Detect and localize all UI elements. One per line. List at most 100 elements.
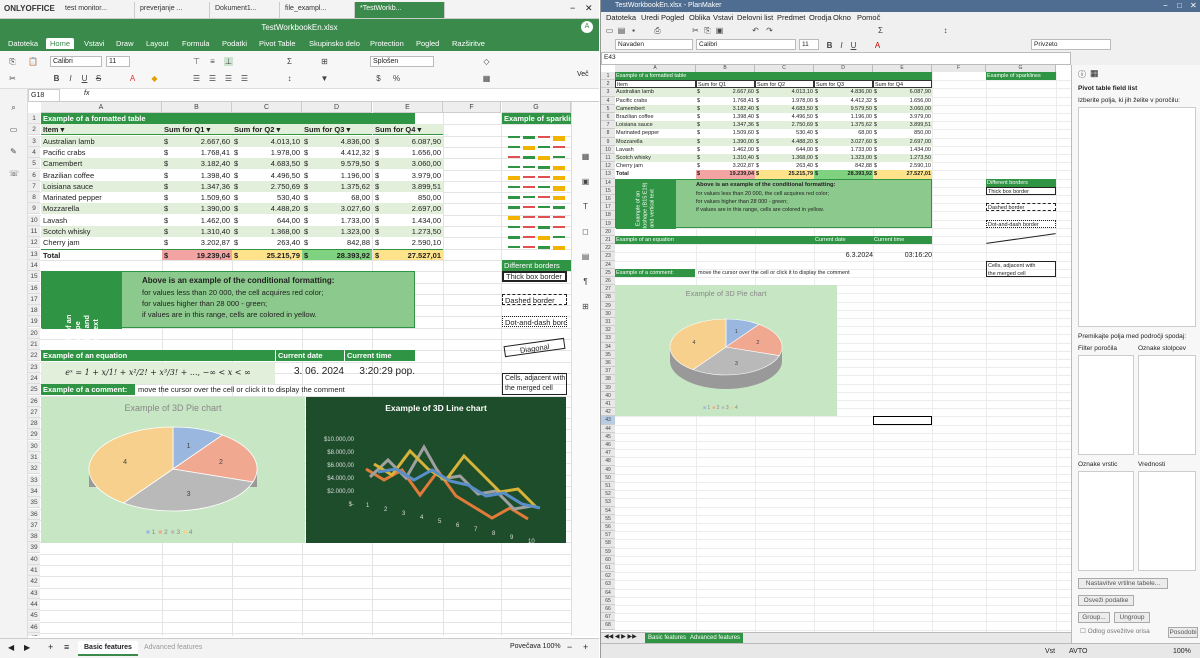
row-header[interactable]: 8	[601, 129, 615, 138]
strike-icon[interactable]: S	[94, 74, 103, 83]
border-thick[interactable]: Thick box border	[502, 271, 567, 283]
spreadsheet-grid[interactable]: A B C D E F G 1 2 3 4 5 6 7 8 9 10 11 12 13 14 15 16 17 18 19 20 21…	[28, 102, 571, 636]
row-header[interactable]: 5	[28, 158, 40, 170]
item-value[interactable]: $4.412,32	[814, 96, 873, 105]
sort-icon[interactable]: ↕	[285, 74, 294, 83]
total-value[interactable]: $28.393,92	[302, 248, 372, 260]
first-sheet-icon[interactable]: ◀◀ ◀ ▶ ▶▶	[604, 633, 637, 640]
row-header[interactable]: 68	[601, 621, 615, 630]
menu-object[interactable]: Predmet	[775, 12, 807, 24]
item-name[interactable]: Camembert	[41, 158, 162, 170]
row-header[interactable]: 9	[28, 203, 40, 215]
column-header[interactable]: E	[373, 102, 443, 113]
number-format-select[interactable]: Splošen	[370, 56, 434, 67]
column-header[interactable]: G	[502, 102, 571, 113]
item-value[interactable]: $2.590,10	[373, 237, 443, 249]
row-header[interactable]: 1	[601, 72, 615, 81]
item-value[interactable]: $3.202,87	[162, 237, 232, 249]
minimize-icon[interactable]: −	[1163, 1, 1168, 10]
row-header[interactable]: 27	[28, 406, 40, 418]
item-value[interactable]: $4.412,32	[302, 146, 372, 158]
row-header[interactable]: 2	[601, 80, 615, 89]
menu-tools[interactable]: Orodja	[807, 12, 834, 24]
row-header[interactable]: 41	[601, 400, 615, 409]
item-value[interactable]: $2.667,60	[162, 135, 232, 147]
font-color-icon[interactable]: A	[128, 74, 137, 83]
item-value[interactable]: $1.310,40	[696, 154, 755, 163]
row-header[interactable]: 44	[601, 424, 615, 433]
row-header[interactable]: 62	[601, 572, 615, 581]
item-value[interactable]: $2.590,10	[873, 162, 932, 171]
name-box[interactable]: E43	[604, 54, 616, 61]
font-color-icon[interactable]: A	[873, 41, 882, 50]
item-value[interactable]: $2.697,00	[873, 137, 932, 146]
prev-sheet-icon[interactable]: ◀	[8, 643, 14, 652]
item-value[interactable]: $530,40	[232, 192, 302, 204]
row-header[interactable]: 9	[601, 137, 615, 146]
justify-icon[interactable]: ☰	[240, 74, 249, 83]
menu-formula[interactable]: Formula	[178, 38, 214, 49]
pivot-settings-button[interactable]: Nastavitve vrtilne tabele...	[1078, 578, 1168, 589]
menu-file[interactable]: Datoteka	[604, 12, 638, 24]
menu-insert[interactable]: Vstavi	[711, 12, 735, 24]
sheet-tab-advanced[interactable]: Advanced features	[138, 641, 208, 656]
row-header[interactable]: 7	[601, 121, 615, 130]
row-header[interactable]: 34	[28, 485, 40, 497]
align-center-icon[interactable]: ☰	[208, 74, 217, 83]
area-columns[interactable]	[1138, 355, 1196, 455]
item-value[interactable]: $263,40	[232, 237, 302, 249]
paste-icon[interactable]: 📋	[28, 57, 38, 66]
row-header[interactable]: 65	[601, 596, 615, 605]
menu-sheet[interactable]: Delovni list	[735, 12, 775, 24]
row-header[interactable]: 33	[601, 334, 615, 343]
zoom-in-icon[interactable]: +	[583, 642, 588, 652]
merged-cell[interactable]: Cells, adjacent with the merged cell	[502, 372, 567, 396]
row-header[interactable]: 49	[601, 465, 615, 474]
row-header[interactable]: 3	[601, 88, 615, 97]
item-value[interactable]: $1.462,00	[696, 145, 755, 154]
item-value[interactable]: $68,00	[814, 129, 873, 138]
defer-checkbox[interactable]: ☐ Odlog osvežitve orisa	[1080, 627, 1150, 635]
row-header[interactable]: 1	[28, 113, 40, 124]
item-value[interactable]: $1.323,00	[302, 226, 372, 237]
row-header[interactable]: 16	[28, 282, 40, 294]
table-header[interactable]: Sum for Q4	[873, 80, 932, 89]
pie-chart[interactable]: Example of 3D Pie chart 1 2 3 4 ■ 1 ■ 2 ■ 3 ■ 4	[615, 285, 837, 417]
row-header[interactable]: 14	[601, 178, 615, 187]
item-name[interactable]: Pacific crabs	[41, 146, 162, 158]
item-value[interactable]: $1.390,00	[162, 203, 232, 215]
bold-icon[interactable]: B	[825, 41, 834, 50]
sheet-tab-advanced[interactable]: Advanced features	[687, 633, 744, 643]
total-value[interactable]: $27.527,01	[373, 248, 443, 260]
item-value[interactable]: $1.347,36	[696, 121, 755, 130]
sheet-tab-basic[interactable]: Basic features	[645, 633, 690, 643]
item-value[interactable]: $1.462,00	[162, 214, 232, 226]
font-family-select[interactable]: Calibri	[50, 56, 102, 67]
row-header[interactable]: 5	[601, 104, 615, 113]
row-header[interactable]: 36	[28, 508, 40, 520]
font-size-select[interactable]: 11	[106, 56, 130, 67]
column-header[interactable]: G	[986, 65, 1056, 72]
underline-icon[interactable]: U	[80, 74, 89, 83]
doc-tab-4[interactable]: file_exampl...	[280, 2, 355, 18]
row-header[interactable]: 30	[28, 440, 40, 452]
field-list[interactable]	[1078, 107, 1196, 327]
text-settings-icon[interactable]: T	[581, 202, 590, 211]
sort-icon[interactable]: ↕	[941, 26, 950, 35]
cut-icon[interactable]: ✂	[8, 74, 17, 83]
row-header[interactable]: 26	[601, 277, 615, 286]
row-header[interactable]: 38	[28, 531, 40, 543]
column-header[interactable]: A	[615, 65, 696, 72]
item-value[interactable]: $4.488,20	[232, 203, 302, 215]
line-series-2[interactable]	[368, 443, 533, 511]
item-name[interactable]: Lavash	[615, 145, 696, 154]
border-diagonal[interactable]	[986, 233, 1056, 244]
print-icon[interactable]: ⎙	[653, 26, 662, 35]
copy-icon[interactable]: ⎘	[703, 26, 712, 35]
row-header[interactable]: 11	[28, 226, 40, 237]
item-value[interactable]: $1.273,50	[873, 154, 932, 163]
item-value[interactable]: $2.697,00	[373, 203, 443, 215]
item-value[interactable]: $1.768,41	[162, 146, 232, 158]
item-value[interactable]: $4.683,50	[755, 104, 814, 113]
item-value[interactable]: $2.667,60	[696, 88, 755, 97]
